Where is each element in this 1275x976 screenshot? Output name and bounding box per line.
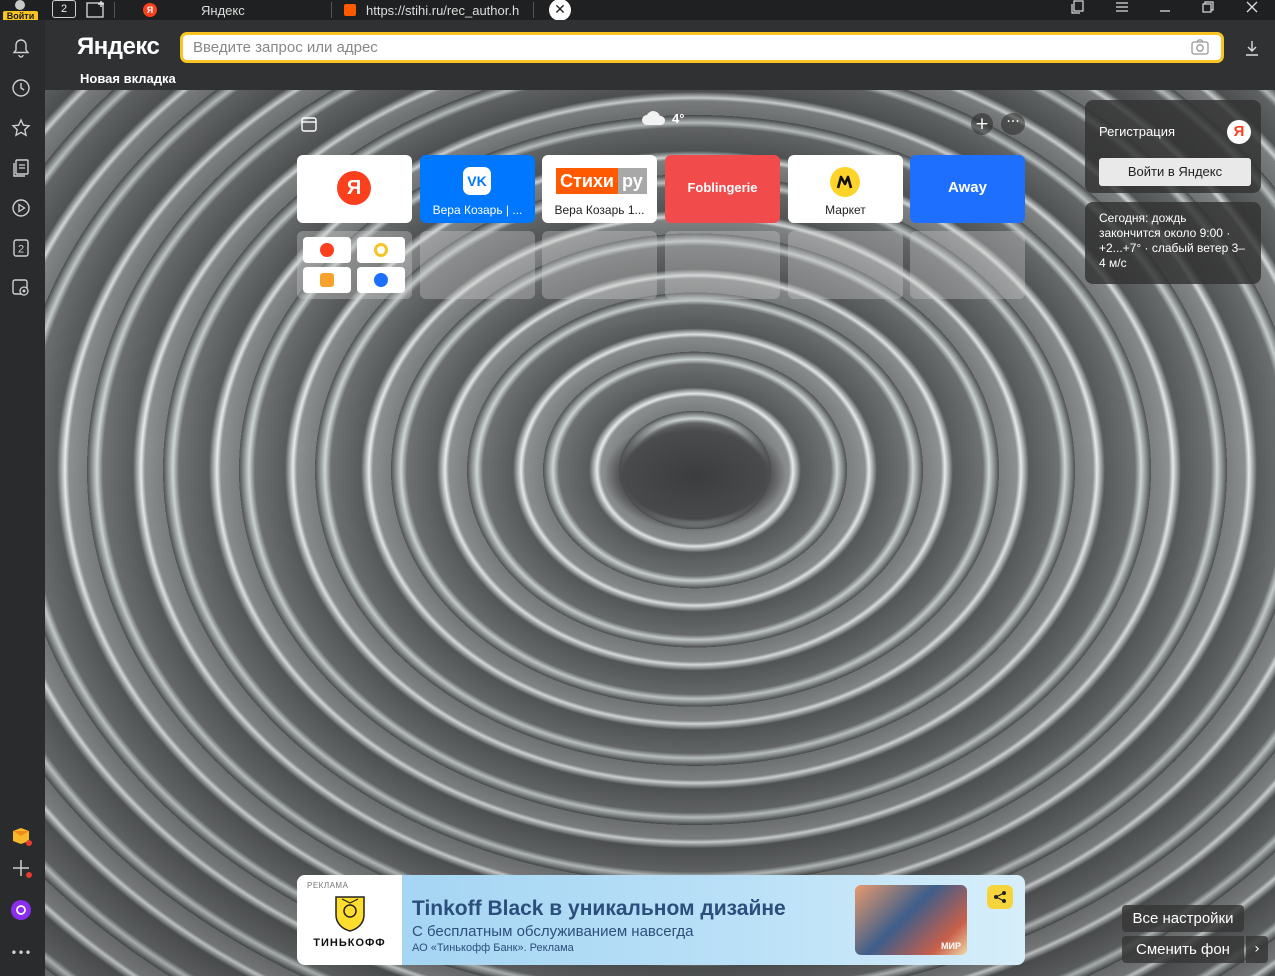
weather-forecast-panel[interactable]: Сегодня: дождь закончится около 9:00 · +…: [1085, 202, 1261, 284]
calendar-icon[interactable]: [300, 115, 318, 133]
sidebar: 2 •••: [0, 20, 45, 976]
tile-caption: Вера Козарь | ...: [432, 203, 523, 217]
menu-icon[interactable]: [1107, 0, 1137, 20]
vk-logo-icon: VK: [463, 167, 491, 195]
tile-foblingerie[interactable]: Foblingerie: [665, 155, 780, 223]
bell-icon[interactable]: [10, 37, 32, 59]
play-icon[interactable]: [10, 197, 32, 219]
empty-tile-slot[interactable]: [788, 231, 903, 299]
tile-yandex[interactable]: Я: [297, 155, 412, 223]
weather-forecast-text: Сегодня: дождь закончится около 9:00 · +…: [1099, 211, 1245, 270]
tile-caption: Вера Козарь 1...: [554, 203, 645, 217]
tab-separator: [331, 2, 332, 18]
omnibox[interactable]: [180, 32, 1224, 63]
tile-title: Away: [948, 179, 987, 196]
tab-counter-number: 2: [18, 244, 24, 256]
ad-label: РЕКЛАМА: [307, 881, 349, 890]
card-brand-mark: МИР: [941, 941, 961, 951]
download-icon[interactable]: [1244, 39, 1260, 57]
ad-card-image: МИР: [855, 885, 967, 955]
tab-title: Яндекс: [201, 2, 245, 18]
ad-brand-name: ТИНЬКОФФ: [313, 937, 386, 949]
tab-list-icon[interactable]: [1063, 0, 1093, 20]
ad-legal-text: АО «Тинькофф Банк». Реклама: [412, 942, 574, 954]
empty-tile-slot[interactable]: [910, 231, 1025, 299]
yandex-logo[interactable]: Яндекс: [77, 33, 160, 61]
mini-mail-icon[interactable]: [303, 267, 351, 293]
change-background-button[interactable]: Сменить фон: [1122, 936, 1244, 963]
empty-tile-slot[interactable]: [665, 231, 780, 299]
user-avatar-icon: [15, 0, 25, 10]
stihi-logo: Стихи ру: [556, 168, 647, 194]
market-logo-icon: [830, 167, 860, 197]
tile-yandex-services-group[interactable]: [297, 231, 412, 299]
tile-title: Foblingerie: [687, 180, 758, 195]
more-icon[interactable]: •••: [10, 942, 32, 964]
tab-yandex[interactable]: Я Яндекс: [143, 0, 245, 20]
tab-separator: [533, 2, 534, 18]
cloud-icon: [640, 110, 668, 126]
login-button[interactable]: Войти: [2, 0, 38, 22]
close-window-icon[interactable]: [1237, 0, 1267, 20]
camera-search-icon[interactable]: [1191, 39, 1209, 55]
yandex-favicon-icon: Я: [143, 3, 157, 17]
weather-widget[interactable]: 4°: [640, 110, 684, 126]
messenger-icon[interactable]: [10, 825, 32, 847]
new-tab-icon[interactable]: [86, 0, 108, 18]
login-yandex-button[interactable]: Войти в Яндекс: [1099, 158, 1251, 186]
minimize-icon[interactable]: [1150, 0, 1180, 20]
weather-temperature: 4°: [672, 110, 685, 126]
yandex-logo-icon: Я: [1227, 120, 1251, 144]
tile-away[interactable]: Away: [910, 155, 1025, 223]
add-tile-button[interactable]: +: [971, 113, 993, 135]
ad-banner[interactable]: РЕКЛАМА ТИНЬКОФФ Tinkoff Black в уникаль…: [297, 875, 1025, 965]
collections-icon[interactable]: [10, 157, 32, 179]
registration-panel: Регистрация Я Войти в Яндекс: [1085, 100, 1261, 193]
tab-counter-button[interactable]: 2: [52, 0, 76, 18]
close-tab-icon[interactable]: ✕: [549, 0, 571, 21]
mini-disk-icon[interactable]: [357, 267, 405, 293]
mini-yandex-icon[interactable]: [303, 237, 351, 263]
ad-brand-block: РЕКЛАМА ТИНЬКОФФ: [297, 875, 402, 965]
yandex-logo-icon: Я: [337, 171, 371, 205]
alice-icon[interactable]: [10, 899, 32, 921]
tile-caption: Маркет: [825, 203, 866, 217]
toolbar: Яндекс Новая вкладка: [45, 20, 1275, 90]
tile-vk[interactable]: VK Вера Козарь | ...: [420, 155, 535, 223]
new-tab-page: 4° + ··· Я VK Вера Козарь | ... Стихи ру …: [45, 90, 1275, 976]
bookmarks-star-icon[interactable]: [10, 117, 32, 139]
tile-market[interactable]: Маркет: [788, 155, 903, 223]
more-options-button[interactable]: ···: [1001, 113, 1025, 135]
ad-subtitle: С бесплатным обслуживанием навсегда: [412, 923, 694, 940]
history-icon[interactable]: [10, 77, 32, 99]
next-background-icon[interactable]: ›: [1246, 936, 1268, 963]
current-tab-label: Новая вкладка: [80, 71, 176, 86]
screenshot-camera-icon[interactable]: [10, 277, 32, 299]
tab-stihi[interactable]: https://stihi.ru/rec_author.h: [344, 0, 519, 20]
share-icon[interactable]: [987, 885, 1013, 909]
ad-title: Tinkoff Black в уникальном дизайне: [412, 897, 786, 920]
tab-title: https://stihi.ru/rec_author.h: [366, 2, 520, 18]
add-panel-icon[interactable]: [10, 857, 32, 879]
tab-counter-icon[interactable]: 2: [10, 237, 32, 259]
tile-stihi[interactable]: Стихи ру Вера Козарь 1...: [542, 155, 657, 223]
tinkoff-emblem-icon: [328, 891, 372, 935]
stihi-favicon-icon: [344, 4, 356, 16]
empty-tile-slot[interactable]: [542, 231, 657, 299]
restore-icon[interactable]: [1193, 0, 1223, 20]
tab-separator: [114, 2, 115, 18]
empty-tile-slot[interactable]: [420, 231, 535, 299]
registration-title[interactable]: Регистрация: [1099, 124, 1175, 139]
all-settings-button[interactable]: Все настройки: [1122, 905, 1244, 932]
search-input[interactable]: [183, 35, 1143, 60]
tab-bar: Войти 2 Я Яндекс https://stihi.ru/rec_au…: [0, 0, 1275, 22]
mini-zen-icon[interactable]: [357, 237, 405, 263]
